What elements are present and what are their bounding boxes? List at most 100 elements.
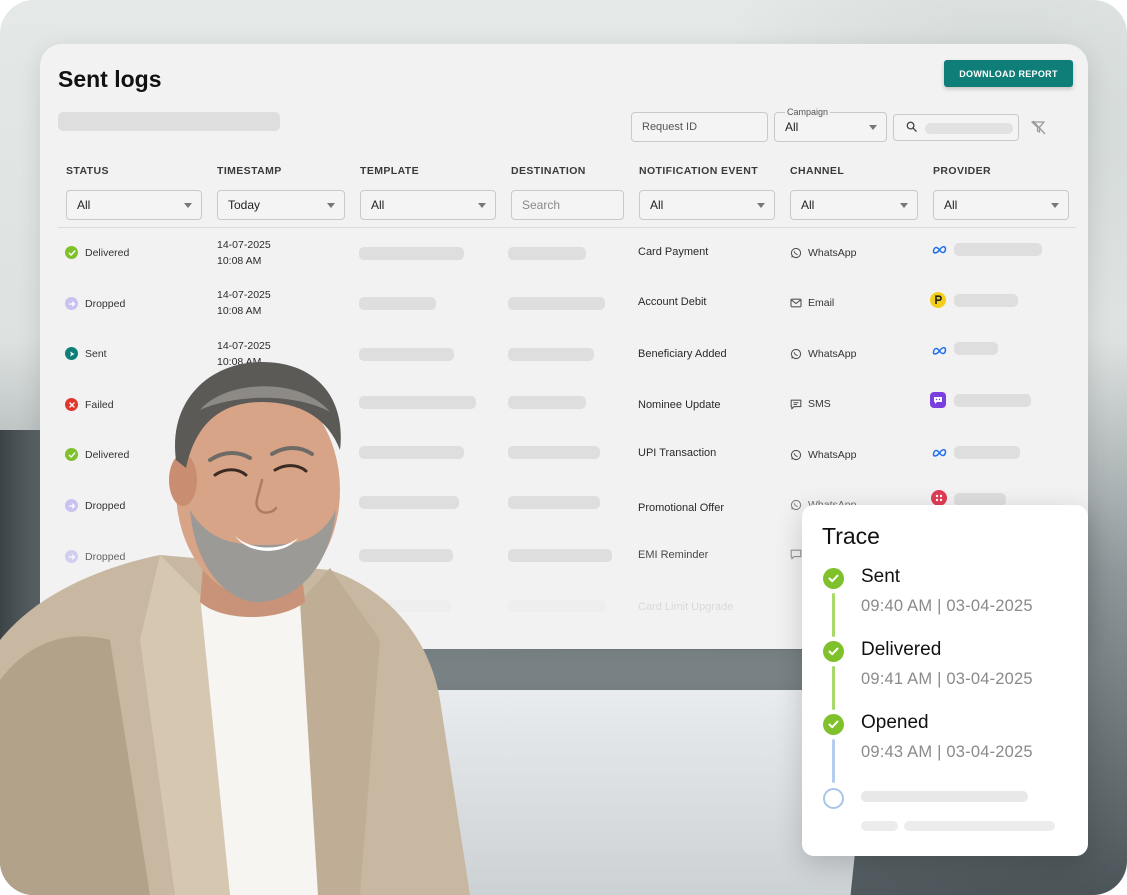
timestamp-date: 14-07-2025 (217, 239, 271, 251)
notification-event-cell: Card Limit Upgrade (638, 601, 734, 613)
provider-p-icon (930, 292, 946, 308)
check-icon (823, 568, 844, 589)
campaign-value: All (785, 120, 799, 134)
notification-event-filter-value: All (650, 198, 664, 212)
channel-label: WhatsApp (808, 348, 857, 360)
background-photo: Sent logs DOWNLOAD REPORT Request ID Cam… (0, 0, 1127, 895)
timestamp-date: 14-07-2025 (217, 289, 271, 301)
chevron-down-icon (1051, 203, 1059, 208)
skeleton-placeholder (861, 821, 898, 831)
template-filter-select[interactable]: All (360, 190, 496, 220)
notification-event-cell: EMI Reminder (638, 549, 709, 561)
status-label: Delivered (85, 246, 130, 259)
channel-label: Email (808, 297, 835, 309)
notification-event-cell: Promotional Offer (638, 502, 725, 514)
trace-connector (832, 739, 835, 783)
skeleton-placeholder (58, 112, 280, 131)
trace-title: Trace (822, 523, 880, 549)
timestamp-time: 10:08 AM (217, 255, 262, 267)
clear-filter-icon[interactable] (1030, 120, 1047, 140)
destination-skeleton (508, 348, 594, 361)
chevron-down-icon (869, 125, 877, 130)
trace-step-name: Delivered (861, 639, 942, 660)
column-header-destination[interactable]: DESTINATION (511, 165, 586, 177)
provider-skeleton (954, 243, 1042, 256)
trace-step-time: 09:43 AM | 03-04-2025 (861, 743, 1033, 761)
timestamp-cell: 14-07-2025 10:08 AM (217, 237, 271, 269)
campaign-label: Campaign (785, 107, 831, 117)
provider-skeleton (954, 446, 1020, 459)
destination-skeleton (508, 297, 605, 310)
channel-label: WhatsApp (808, 247, 857, 259)
destination-skeleton (508, 496, 600, 509)
status-filter-select[interactable]: All (66, 190, 202, 220)
chevron-down-icon (900, 203, 908, 208)
chevron-down-icon (184, 203, 192, 208)
template-filter-value: All (371, 198, 385, 212)
timestamp-filter-select[interactable]: Today (217, 190, 345, 220)
provider-skeleton (954, 342, 998, 355)
destination-skeleton (508, 396, 586, 409)
notification-event-cell: Account Debit (638, 296, 707, 308)
request-id-input[interactable]: Request ID (631, 112, 768, 142)
provider-filter-select[interactable]: All (933, 190, 1069, 220)
column-header-timestamp[interactable]: TIMESTAMP (217, 165, 282, 177)
whatsapp-icon (790, 449, 802, 461)
chevron-down-icon (757, 203, 765, 208)
timestamp-time: 10:08 AM (217, 305, 262, 317)
chevron-down-icon (327, 203, 335, 208)
skeleton-placeholder (925, 123, 1013, 134)
whatsapp-icon (790, 348, 802, 360)
channel-cell: Email (790, 297, 834, 309)
trace-step-time: 09:40 AM | 03-04-2025 (861, 597, 1033, 615)
table-divider (58, 227, 1076, 228)
timestamp-cell: 14-07-2025 10:08 AM (217, 287, 271, 319)
column-header-status[interactable]: STATUS (66, 165, 109, 177)
status-label: Dropped (85, 297, 126, 310)
chevron-down-icon (478, 203, 486, 208)
search-input[interactable] (893, 114, 1019, 141)
destination-search-placeholder: Search (522, 198, 561, 212)
request-id-placeholder: Request ID (642, 121, 698, 133)
channel-cell: WhatsApp (790, 348, 856, 360)
search-icon (906, 119, 917, 137)
template-skeleton (359, 297, 436, 310)
notification-event-cell: UPI Transaction (638, 447, 717, 459)
column-header-notification-event[interactable]: NOTIFICATION EVENT (639, 165, 758, 177)
destination-skeleton (508, 247, 586, 260)
trace-step-time: 09:41 AM | 03-04-2025 (861, 670, 1033, 688)
provider-skeleton (954, 394, 1031, 407)
channel-filter-select[interactable]: All (790, 190, 918, 220)
status-filter-value: All (77, 198, 91, 212)
notification-event-cell: Card Payment (638, 246, 709, 258)
provider-grid-icon (931, 490, 947, 506)
skeleton-placeholder (861, 791, 1028, 802)
sms-icon (790, 549, 802, 560)
meta-icon (931, 444, 947, 460)
notification-event-cell: Nominee Update (638, 399, 721, 411)
timestamp-filter-value: Today (228, 198, 261, 212)
download-report-button[interactable]: DOWNLOAD REPORT (944, 60, 1073, 87)
email-icon (790, 298, 802, 308)
dropped-icon (65, 297, 78, 310)
trace-step-name: Sent (861, 566, 901, 587)
sms-icon (790, 399, 802, 409)
destination-skeleton (508, 600, 606, 612)
meta-icon (931, 342, 947, 358)
provider-skeleton (954, 294, 1018, 307)
notification-event-filter-select[interactable]: All (639, 190, 775, 220)
campaign-select[interactable]: Campaign All (774, 107, 887, 142)
channel-label: WhatsApp (808, 449, 857, 461)
channel-label: SMS (808, 398, 831, 410)
trace-card: Trace Sent 09:40 AM | 03-04-2025 Deliver… (802, 505, 1088, 856)
destination-search-input[interactable]: Search (511, 190, 624, 220)
column-header-template[interactable]: TEMPLATE (360, 165, 419, 177)
trace-connector (832, 666, 835, 710)
channel-filter-value: All (801, 198, 815, 212)
status-delivered: Delivered (65, 246, 129, 259)
whatsapp-icon (790, 499, 802, 511)
meta-icon (931, 241, 947, 257)
provider-chat-icon (930, 392, 946, 408)
column-header-provider[interactable]: PROVIDER (933, 165, 991, 177)
column-header-channel[interactable]: CHANNEL (790, 165, 844, 177)
